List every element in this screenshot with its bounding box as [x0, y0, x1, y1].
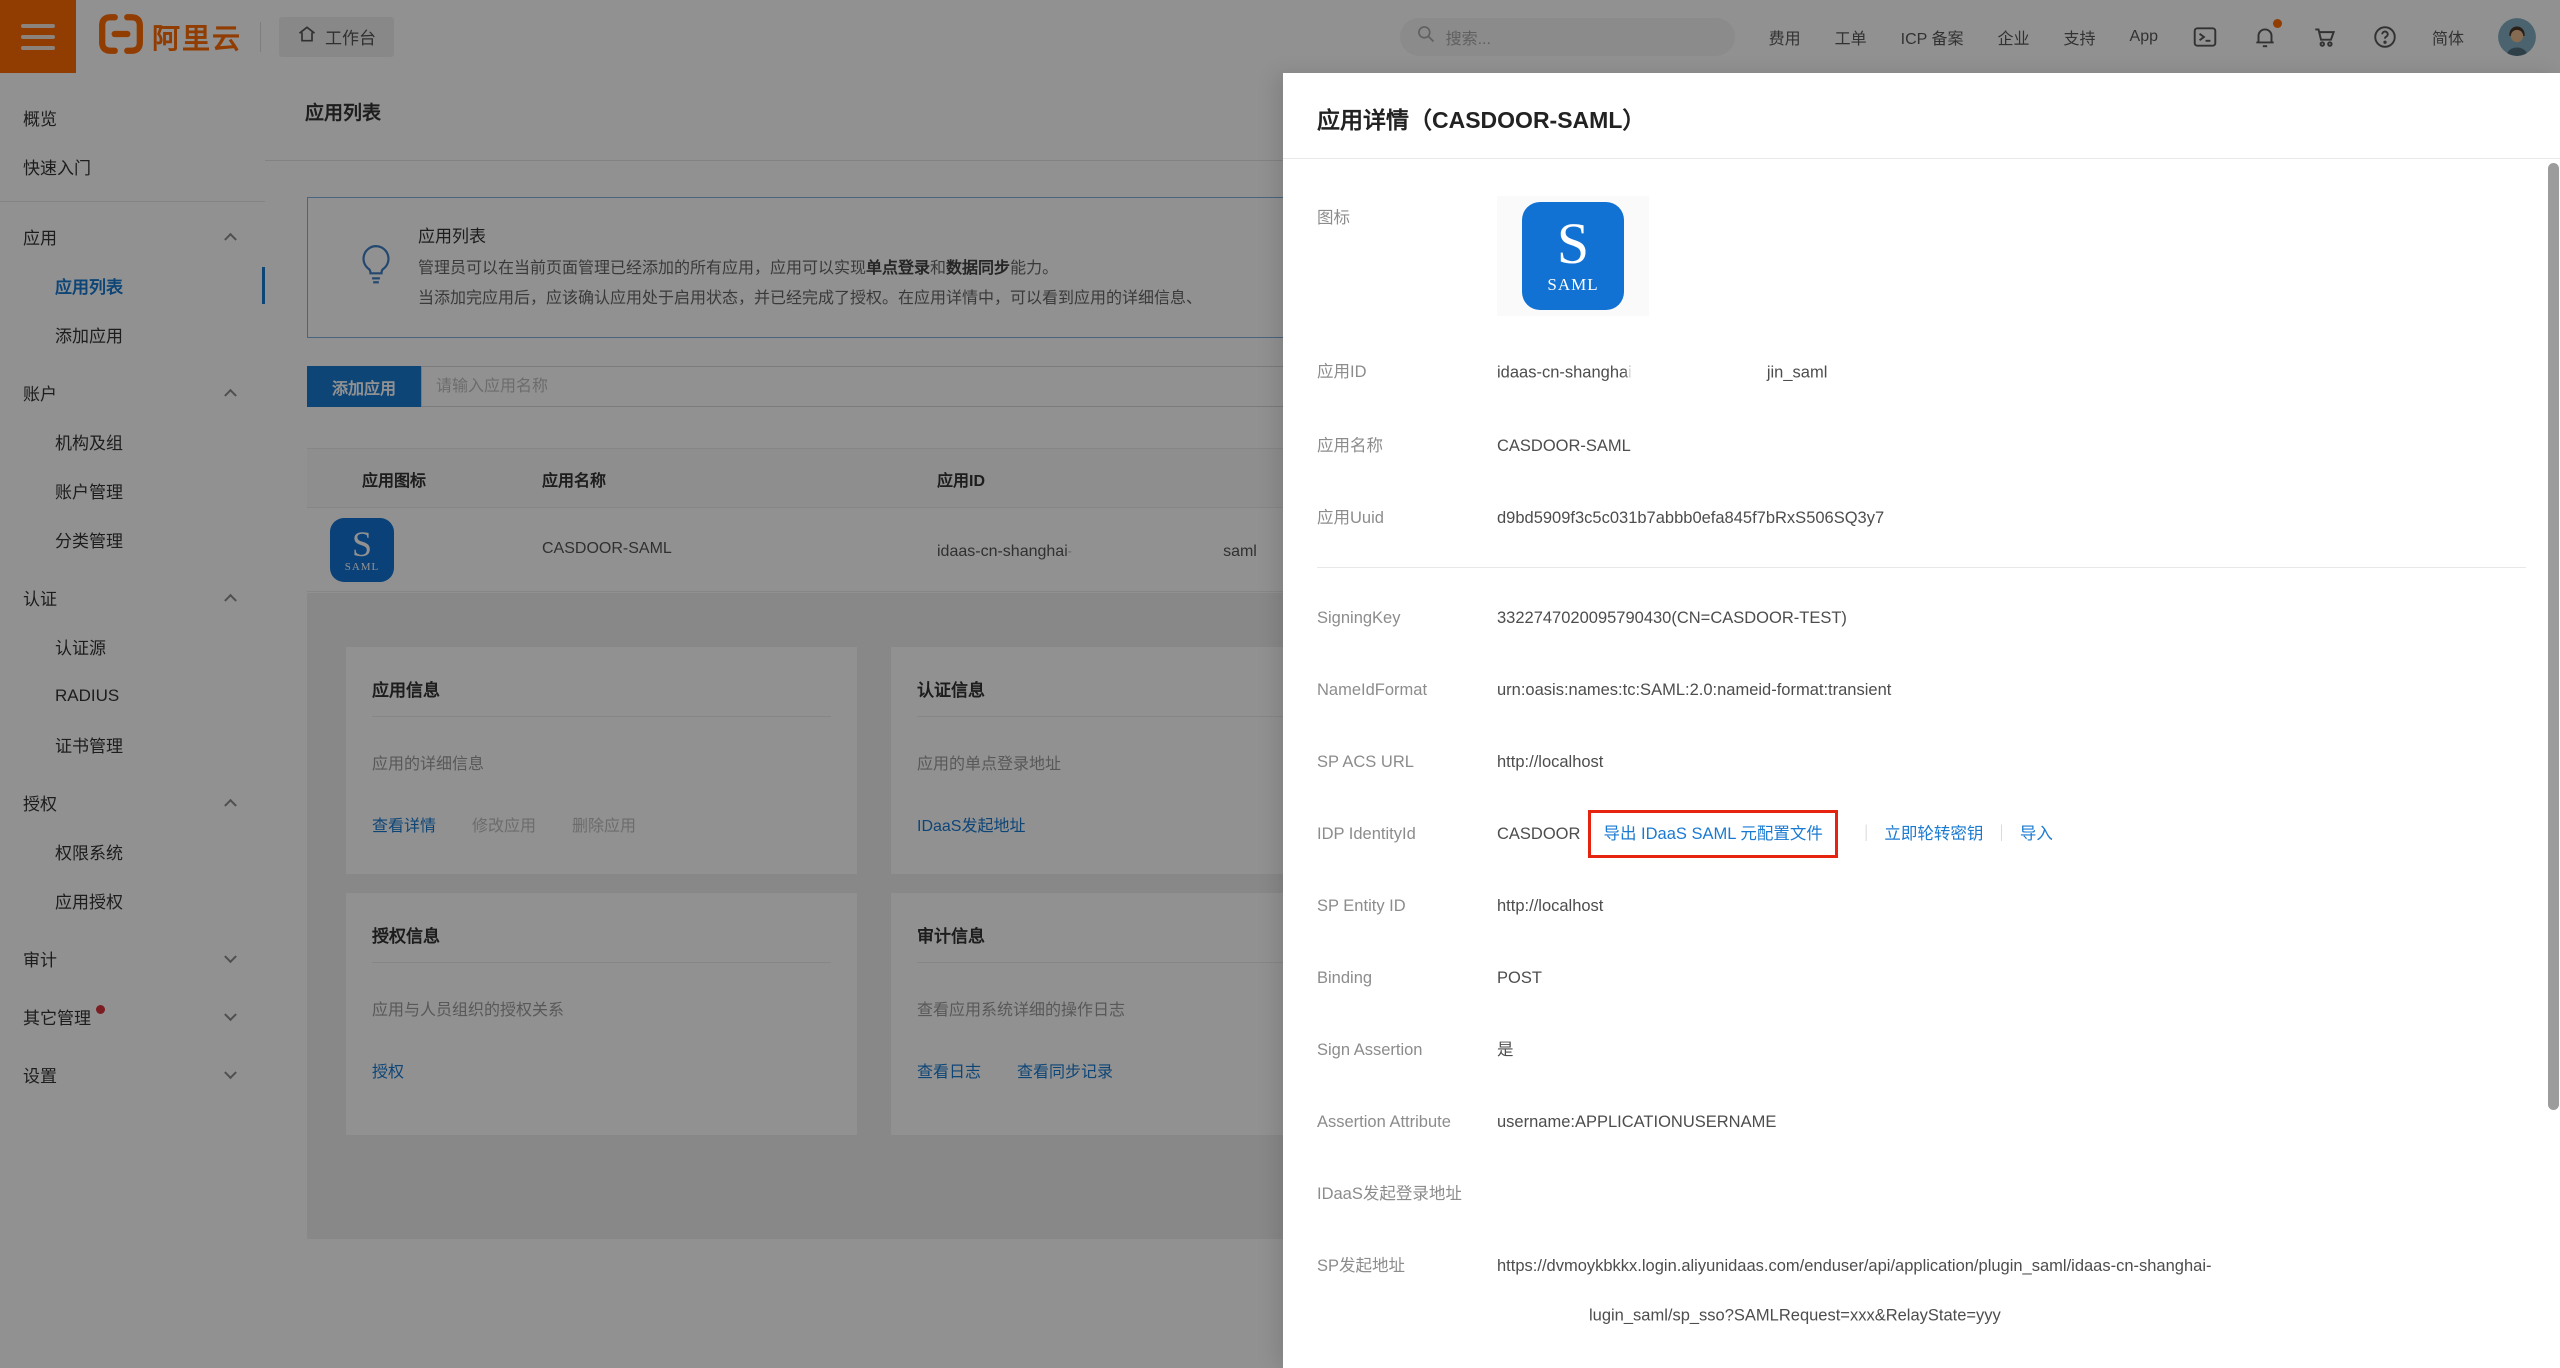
- field-value: http://localhost: [1497, 895, 1603, 917]
- redaction-blur: [1632, 361, 1767, 385]
- field-value: POST: [1497, 967, 1542, 989]
- red-highlight-box: 导出 IDaaS SAML 元配置文件: [1588, 810, 1837, 858]
- import-link[interactable]: 导入: [2020, 823, 2053, 845]
- field-signing-key: SigningKey 3322747020095790430(CN=CASDOO…: [1317, 607, 2526, 629]
- field-label: 图标: [1317, 207, 1497, 316]
- field-label: 应用Uuid: [1317, 507, 1497, 529]
- field-label: Sign Assertion: [1317, 1039, 1497, 1061]
- field-label: Binding: [1317, 967, 1497, 989]
- section-divider: [1317, 567, 2526, 568]
- drawer-scrollbar-thumb[interactable]: [2548, 163, 2559, 1110]
- field-value: http://localhost: [1497, 751, 1603, 773]
- field-value: CASDOOR 导出 IDaaS SAML 元配置文件 ｜ 立即轮转密钥 ｜ 导…: [1497, 823, 2053, 845]
- field-label: Assertion Attribute: [1317, 1111, 1497, 1133]
- field-value: d9bd5909f3c5c031b7abbb0efa845f7bRxS506SQ…: [1497, 507, 1884, 529]
- field-app-uuid: 应用Uuid d9bd5909f3c5c031b7abbb0efa845f7bR…: [1317, 507, 2526, 529]
- field-label: 应用ID: [1317, 361, 1497, 385]
- field-sp-initiated-url: SP发起地址 https://dvmoykbkkx.login.aliyunid…: [1317, 1255, 2526, 1328]
- field-idp-identity-id: IDP IdentityId CASDOOR 导出 IDaaS SAML 元配置…: [1317, 823, 2526, 845]
- field-value: https://dvmoykbkkx.login.aliyunidaas.com…: [1497, 1255, 2211, 1328]
- field-value: 3322747020095790430(CN=CASDOOR-TEST): [1497, 607, 1847, 629]
- field-label: NameIdFormat: [1317, 679, 1497, 701]
- field-sp-acs-url: SP ACS URL http://localhost: [1317, 751, 2526, 773]
- link-separator: ｜: [1858, 823, 1875, 845]
- field-label: SigningKey: [1317, 607, 1497, 629]
- field-label: SP ACS URL: [1317, 751, 1497, 773]
- redaction-blur: [1497, 1304, 1589, 1328]
- field-assertion-attribute: Assertion Attribute username:APPLICATION…: [1317, 1111, 2526, 1133]
- sp-url-line2: lugin_saml/sp_sso?SAMLRequest=xxx&RelayS…: [1497, 1304, 2211, 1328]
- field-value: 是: [1497, 1039, 1514, 1061]
- link-separator: ｜: [1993, 823, 2010, 845]
- field-value: CASDOOR-SAML: [1497, 435, 1631, 457]
- field-sign-assertion: Sign Assertion 是: [1317, 1039, 2526, 1061]
- field-label: SP发起地址: [1317, 1255, 1497, 1328]
- field-value: username:APPLICATIONUSERNAME: [1497, 1111, 1776, 1133]
- field-app-name: 应用名称 CASDOOR-SAML: [1317, 435, 2526, 457]
- app-icon-frame: S SAML: [1497, 196, 1649, 316]
- field-nameid-format: NameIdFormat urn:oasis:names:tc:SAML:2.0…: [1317, 679, 2526, 701]
- rotate-key-link[interactable]: 立即轮转密钥: [1884, 823, 1983, 845]
- field-label: 应用名称: [1317, 435, 1497, 457]
- field-idaas-login-url: IDaaS发起登录地址: [1317, 1183, 2526, 1205]
- field-value: idaas-cn-shanghaijin_saml: [1497, 361, 1827, 385]
- field-label: IDP IdentityId: [1317, 823, 1497, 845]
- idaas-console: 阿里云 工作台 搜索... 费用 工单 ICP 备案 企业 支持 App: [0, 0, 2560, 1368]
- field-sp-entity-id: SP Entity ID http://localhost: [1317, 895, 2526, 917]
- field-label: IDaaS发起登录地址: [1317, 1183, 1497, 1205]
- field-binding: Binding POST: [1317, 967, 2526, 989]
- drawer-title: 应用详情（CASDOOR-SAML）: [1317, 101, 1645, 135]
- drawer-body: 图标 S SAML 应用ID idaas-cn-shanghaijin_saml…: [1283, 159, 2560, 1368]
- app-detail-drawer: 应用详情（CASDOOR-SAML） 图标 S SAML 应用ID idaas-…: [1283, 73, 2560, 1368]
- field-label: SP Entity ID: [1317, 895, 1497, 917]
- export-saml-metadata-link[interactable]: 导出 IDaaS SAML 元配置文件: [1603, 825, 1822, 843]
- saml-app-icon-large: S SAML: [1522, 202, 1624, 310]
- field-icon: 图标 S SAML: [1317, 207, 2526, 316]
- field-app-id: 应用ID idaas-cn-shanghaijin_saml: [1317, 361, 2526, 385]
- field-value: urn:oasis:names:tc:SAML:2.0:nameid-forma…: [1497, 679, 1891, 701]
- sp-url-line1: https://dvmoykbkkx.login.aliyunidaas.com…: [1497, 1255, 2211, 1277]
